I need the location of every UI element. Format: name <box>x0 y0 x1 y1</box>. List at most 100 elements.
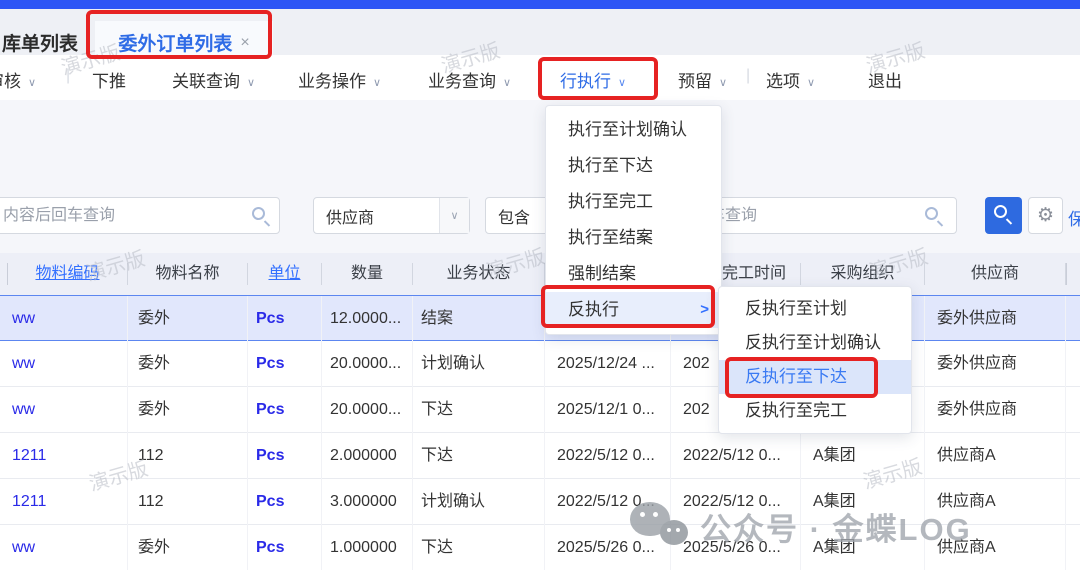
cell-material-code[interactable]: ww <box>8 387 128 433</box>
search-icon <box>994 205 1007 218</box>
header-material-name[interactable]: 物料名称 <box>128 263 248 285</box>
search-input[interactable] <box>0 197 280 234</box>
cell-start-time: 2022/5/12 0... <box>545 433 671 479</box>
toolbar-item-audit[interactable]: 审核∨ <box>0 67 36 92</box>
menu-item-reverse-execute[interactable]: 反执行 > <box>546 292 721 328</box>
cell-supplier: 供应商A <box>925 525 1066 570</box>
cell-material-name: 委外 <box>128 341 248 387</box>
save-scheme-link[interactable]: 保 <box>1068 205 1080 230</box>
chevron-down-icon: ∨ <box>247 77 255 89</box>
tab-bar: 库单列表 委外订单列表 × <box>0 9 1080 55</box>
submenu-item-reverse-to-finish[interactable]: 反执行至完工 <box>719 394 911 428</box>
header-purchase-org[interactable]: 采购组织 <box>801 263 925 285</box>
toolbar: 审核∨ | 下推 关联查询∨ 业务操作∨ 业务查询∨ 行执行∨ 预留∨ | 选项… <box>0 55 1080 100</box>
cell-material-name: 委外 <box>128 387 248 433</box>
header-business-status[interactable]: 业务状态 <box>413 263 545 285</box>
header-material-code[interactable]: 物料编码 <box>8 263 128 285</box>
toolbar-divider: | <box>746 67 750 85</box>
table-row[interactable]: 1211 112 Pcs 3.000000 计划确认 2022/5/12 0..… <box>0 479 1080 525</box>
chevron-down-icon: ∨ <box>503 77 511 89</box>
cell-material-name: 112 <box>128 479 248 525</box>
cell-quantity: 20.0000... <box>322 341 413 387</box>
cell-material-code[interactable]: ww <box>8 525 128 570</box>
submenu-item-reverse-to-plan-confirm[interactable]: 反执行至计划确认 <box>719 326 911 360</box>
cell-material-name: 112 <box>128 433 248 479</box>
toolbar-item-related-query[interactable]: 关联查询∨ <box>172 67 255 92</box>
filter-settings-button[interactable]: ⚙ <box>1028 197 1063 234</box>
cell-quantity: 20.0000... <box>322 387 413 433</box>
toolbar-divider: | <box>66 67 70 85</box>
chevron-down-icon: ∨ <box>439 198 469 233</box>
top-title-bar <box>0 0 1080 9</box>
cell-supplier: 委外供应商 <box>925 296 1066 342</box>
toolbar-item-reserve[interactable]: 预留∨ <box>678 67 727 92</box>
toolbar-item-options[interactable]: 选项∨ <box>766 67 815 92</box>
submenu-arrow-icon: > <box>700 292 709 328</box>
tab-label: 委外订单列表 <box>118 29 232 56</box>
cell-purchase-org: A集团 <box>801 433 925 479</box>
cell-material-code[interactable]: ww <box>8 296 128 342</box>
cell-start-time: 2025/5/26 0... <box>545 525 671 570</box>
toolbar-item-business-operation[interactable]: 业务操作∨ <box>298 67 381 92</box>
menu-item-execute-to-close[interactable]: 执行至结案 <box>546 220 721 256</box>
toolbar-item-business-query[interactable]: 业务查询∨ <box>428 67 511 92</box>
cell-purchase-org: A集团 <box>801 525 925 570</box>
chevron-down-icon: ∨ <box>807 77 815 89</box>
cell-unit[interactable]: Pcs <box>248 525 322 570</box>
cell-unit[interactable]: Pcs <box>248 479 322 525</box>
menu-item-execute-to-plan-confirm[interactable]: 执行至计划确认 <box>546 112 721 148</box>
cell-status: 计划确认 <box>413 341 545 387</box>
cell-status: 结案 <box>413 296 545 342</box>
chevron-down-icon: ∨ <box>719 77 727 89</box>
toolbar-item-line-execute[interactable]: 行执行∨ <box>560 67 626 92</box>
tab-close-icon[interactable]: × <box>240 34 249 52</box>
submenu-item-reverse-to-release[interactable]: 反执行至下达 <box>719 360 911 394</box>
table-row[interactable]: ww 委外 Pcs 1.000000 下达 2025/5/26 0... 202… <box>0 525 1080 570</box>
header-supplier[interactable]: 供应商 <box>925 263 1066 285</box>
cell-unit[interactable]: Pcs <box>248 296 322 342</box>
cell-material-name: 委外 <box>128 525 248 570</box>
table-row[interactable]: 1211 112 Pcs 2.000000 下达 2022/5/12 0... … <box>0 433 1080 479</box>
table-row[interactable]: ww 委外 Pcs 20.0000... 下达 2025/12/1 0... 2… <box>0 387 1080 433</box>
cell-supplier: 供应商A <box>925 433 1066 479</box>
cell-status: 下达 <box>413 525 545 570</box>
cell-start-time: 2025/12/24 ... <box>545 341 671 387</box>
submenu-item-reverse-to-plan[interactable]: 反执行至计划 <box>719 292 911 326</box>
cell-supplier: 委外供应商 <box>925 387 1066 433</box>
toolbar-item-exit[interactable]: 退出 <box>868 67 902 92</box>
cell-quantity: 12.0000... <box>322 296 413 342</box>
menu-item-execute-to-release[interactable]: 执行至下达 <box>546 148 721 184</box>
cell-start-time: 2022/5/12 0... <box>545 479 671 525</box>
cell-unit[interactable]: Pcs <box>248 341 322 387</box>
table-header-row: 物料编码 物料名称 单位 数量 业务状态 完工时间 采购组织 供应商 <box>0 253 1080 295</box>
table-row[interactable]: ww 委外 Pcs 12.0000... 结案 委外供应商 <box>0 295 1080 341</box>
gear-icon: ⚙ <box>1037 204 1054 227</box>
header-quantity[interactable]: 数量 <box>322 263 413 285</box>
cell-finish-time: 2022/5/12 0... <box>671 479 801 525</box>
chevron-down-icon: ∨ <box>373 77 381 89</box>
table-row[interactable]: ww 委外 Pcs 20.0000... 计划确认 2025/12/24 ...… <box>0 341 1080 387</box>
header-unit[interactable]: 单位 <box>248 263 322 285</box>
cell-unit[interactable]: Pcs <box>248 387 322 433</box>
search-icon <box>925 207 938 220</box>
reverse-execute-submenu: 反执行至计划 反执行至计划确认 反执行至下达 反执行至完工 <box>718 286 912 434</box>
toolbar-item-push-down[interactable]: 下推 <box>92 67 126 92</box>
cell-material-code[interactable]: ww <box>8 341 128 387</box>
cell-finish-time: 2022/5/12 0... <box>671 433 801 479</box>
cell-start-time: 2025/12/1 0... <box>545 387 671 433</box>
cell-material-name: 委外 <box>128 296 248 342</box>
menu-item-execute-to-finish[interactable]: 执行至完工 <box>546 184 721 220</box>
chevron-down-icon: ∨ <box>618 77 626 89</box>
cell-supplier: 委外供应商 <box>925 341 1066 387</box>
search-button[interactable] <box>985 197 1022 234</box>
cell-material-code[interactable]: 1211 <box>8 479 128 525</box>
cell-quantity: 2.000000 <box>322 433 413 479</box>
filter-field-value: 供应商 <box>314 204 439 228</box>
cell-unit[interactable]: Pcs <box>248 433 322 479</box>
cell-material-code[interactable]: 1211 <box>8 433 128 479</box>
tab-stock-list[interactable]: 库单列表 <box>2 29 78 56</box>
cell-quantity: 3.000000 <box>322 479 413 525</box>
cell-status: 下达 <box>413 433 545 479</box>
menu-item-force-close[interactable]: 强制结案 <box>546 256 721 292</box>
filter-field-select[interactable]: 供应商 ∨ <box>313 197 470 234</box>
